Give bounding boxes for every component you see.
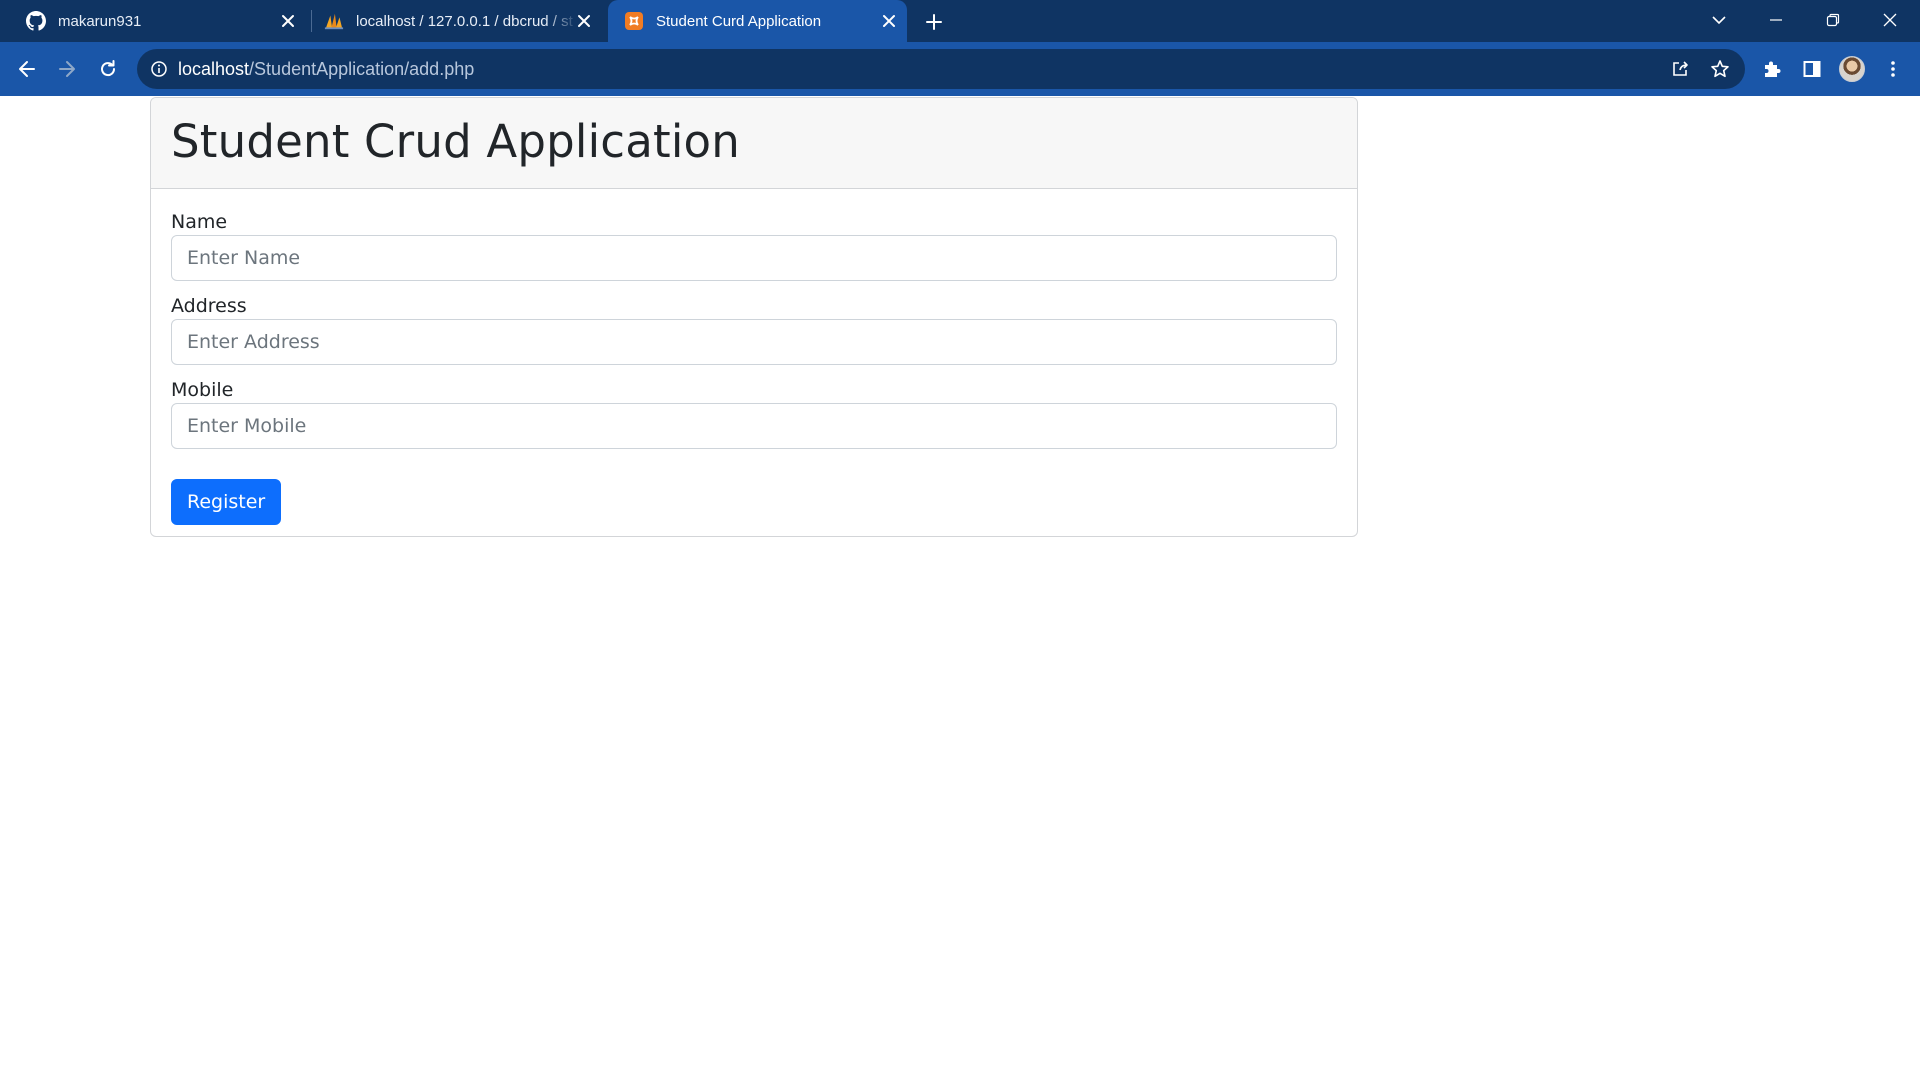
student-form-card: Student Crud Application Name Address Mo… (150, 97, 1358, 537)
close-tab-icon[interactable] (278, 11, 298, 31)
address-label: Address (171, 295, 247, 317)
url-host: localhost (178, 59, 250, 79)
url-path: /StudentApplication/add.php (249, 59, 475, 79)
profile-avatar[interactable] (1837, 54, 1867, 84)
card-header: Student Crud Application (151, 98, 1357, 189)
url-text[interactable]: localhost/StudentApplication/add.php (178, 49, 474, 89)
reload-icon[interactable] (92, 53, 124, 85)
page-viewport: Student Crud Application Name Address Mo… (0, 96, 1920, 1078)
name-label: Name (171, 211, 228, 233)
address-field[interactable] (171, 319, 1337, 365)
minimize-icon[interactable] (1753, 0, 1799, 40)
browser-tab-strip: makarun931 localhost / 127.0.0.1 / dbcru… (0, 0, 1920, 42)
close-window-icon[interactable] (1867, 0, 1913, 40)
mobile-label: Mobile (171, 379, 234, 401)
phpmyadmin-icon (324, 11, 344, 31)
browser-toolbar: localhost/StudentApplication/add.php (0, 42, 1920, 96)
menu-kebab-icon[interactable] (1878, 54, 1908, 84)
tab-phpmyadmin[interactable]: localhost / 127.0.0.1 / dbcrud / st (312, 0, 602, 42)
xampp-icon (624, 11, 644, 31)
tab-student-app[interactable]: Student Curd Application (608, 0, 907, 42)
side-panel-icon[interactable] (1797, 54, 1827, 84)
tab-title: localhost / 127.0.0.1 / dbcrud / st (356, 12, 573, 30)
register-button[interactable]: Register (171, 479, 282, 525)
site-info-icon[interactable] (149, 59, 169, 79)
page-title: Student Crud Application (171, 115, 740, 168)
tab-title: Student Curd Application (656, 12, 822, 30)
restore-icon[interactable] (1810, 0, 1856, 40)
name-field[interactable] (171, 235, 1337, 281)
tab-github[interactable]: makarun931 (12, 0, 306, 42)
back-icon[interactable] (11, 53, 43, 85)
bookmark-star-icon[interactable] (1708, 57, 1732, 81)
card-body: Name Address Mobile Register (151, 189, 1357, 525)
address-bar[interactable]: localhost/StudentApplication/add.php (137, 49, 1745, 89)
extensions-puzzle-icon[interactable] (1757, 54, 1787, 84)
tab-title: makarun931 (58, 12, 142, 30)
close-tab-icon[interactable] (879, 11, 899, 31)
share-icon[interactable] (1668, 57, 1692, 81)
tab-search-chevron-icon[interactable] (1696, 0, 1742, 40)
close-tab-icon[interactable] (574, 11, 594, 31)
avatar (1839, 56, 1865, 82)
forward-icon[interactable] (51, 53, 83, 85)
new-tab-icon[interactable] (921, 9, 947, 35)
github-icon (26, 11, 46, 31)
mobile-field[interactable] (171, 403, 1337, 449)
